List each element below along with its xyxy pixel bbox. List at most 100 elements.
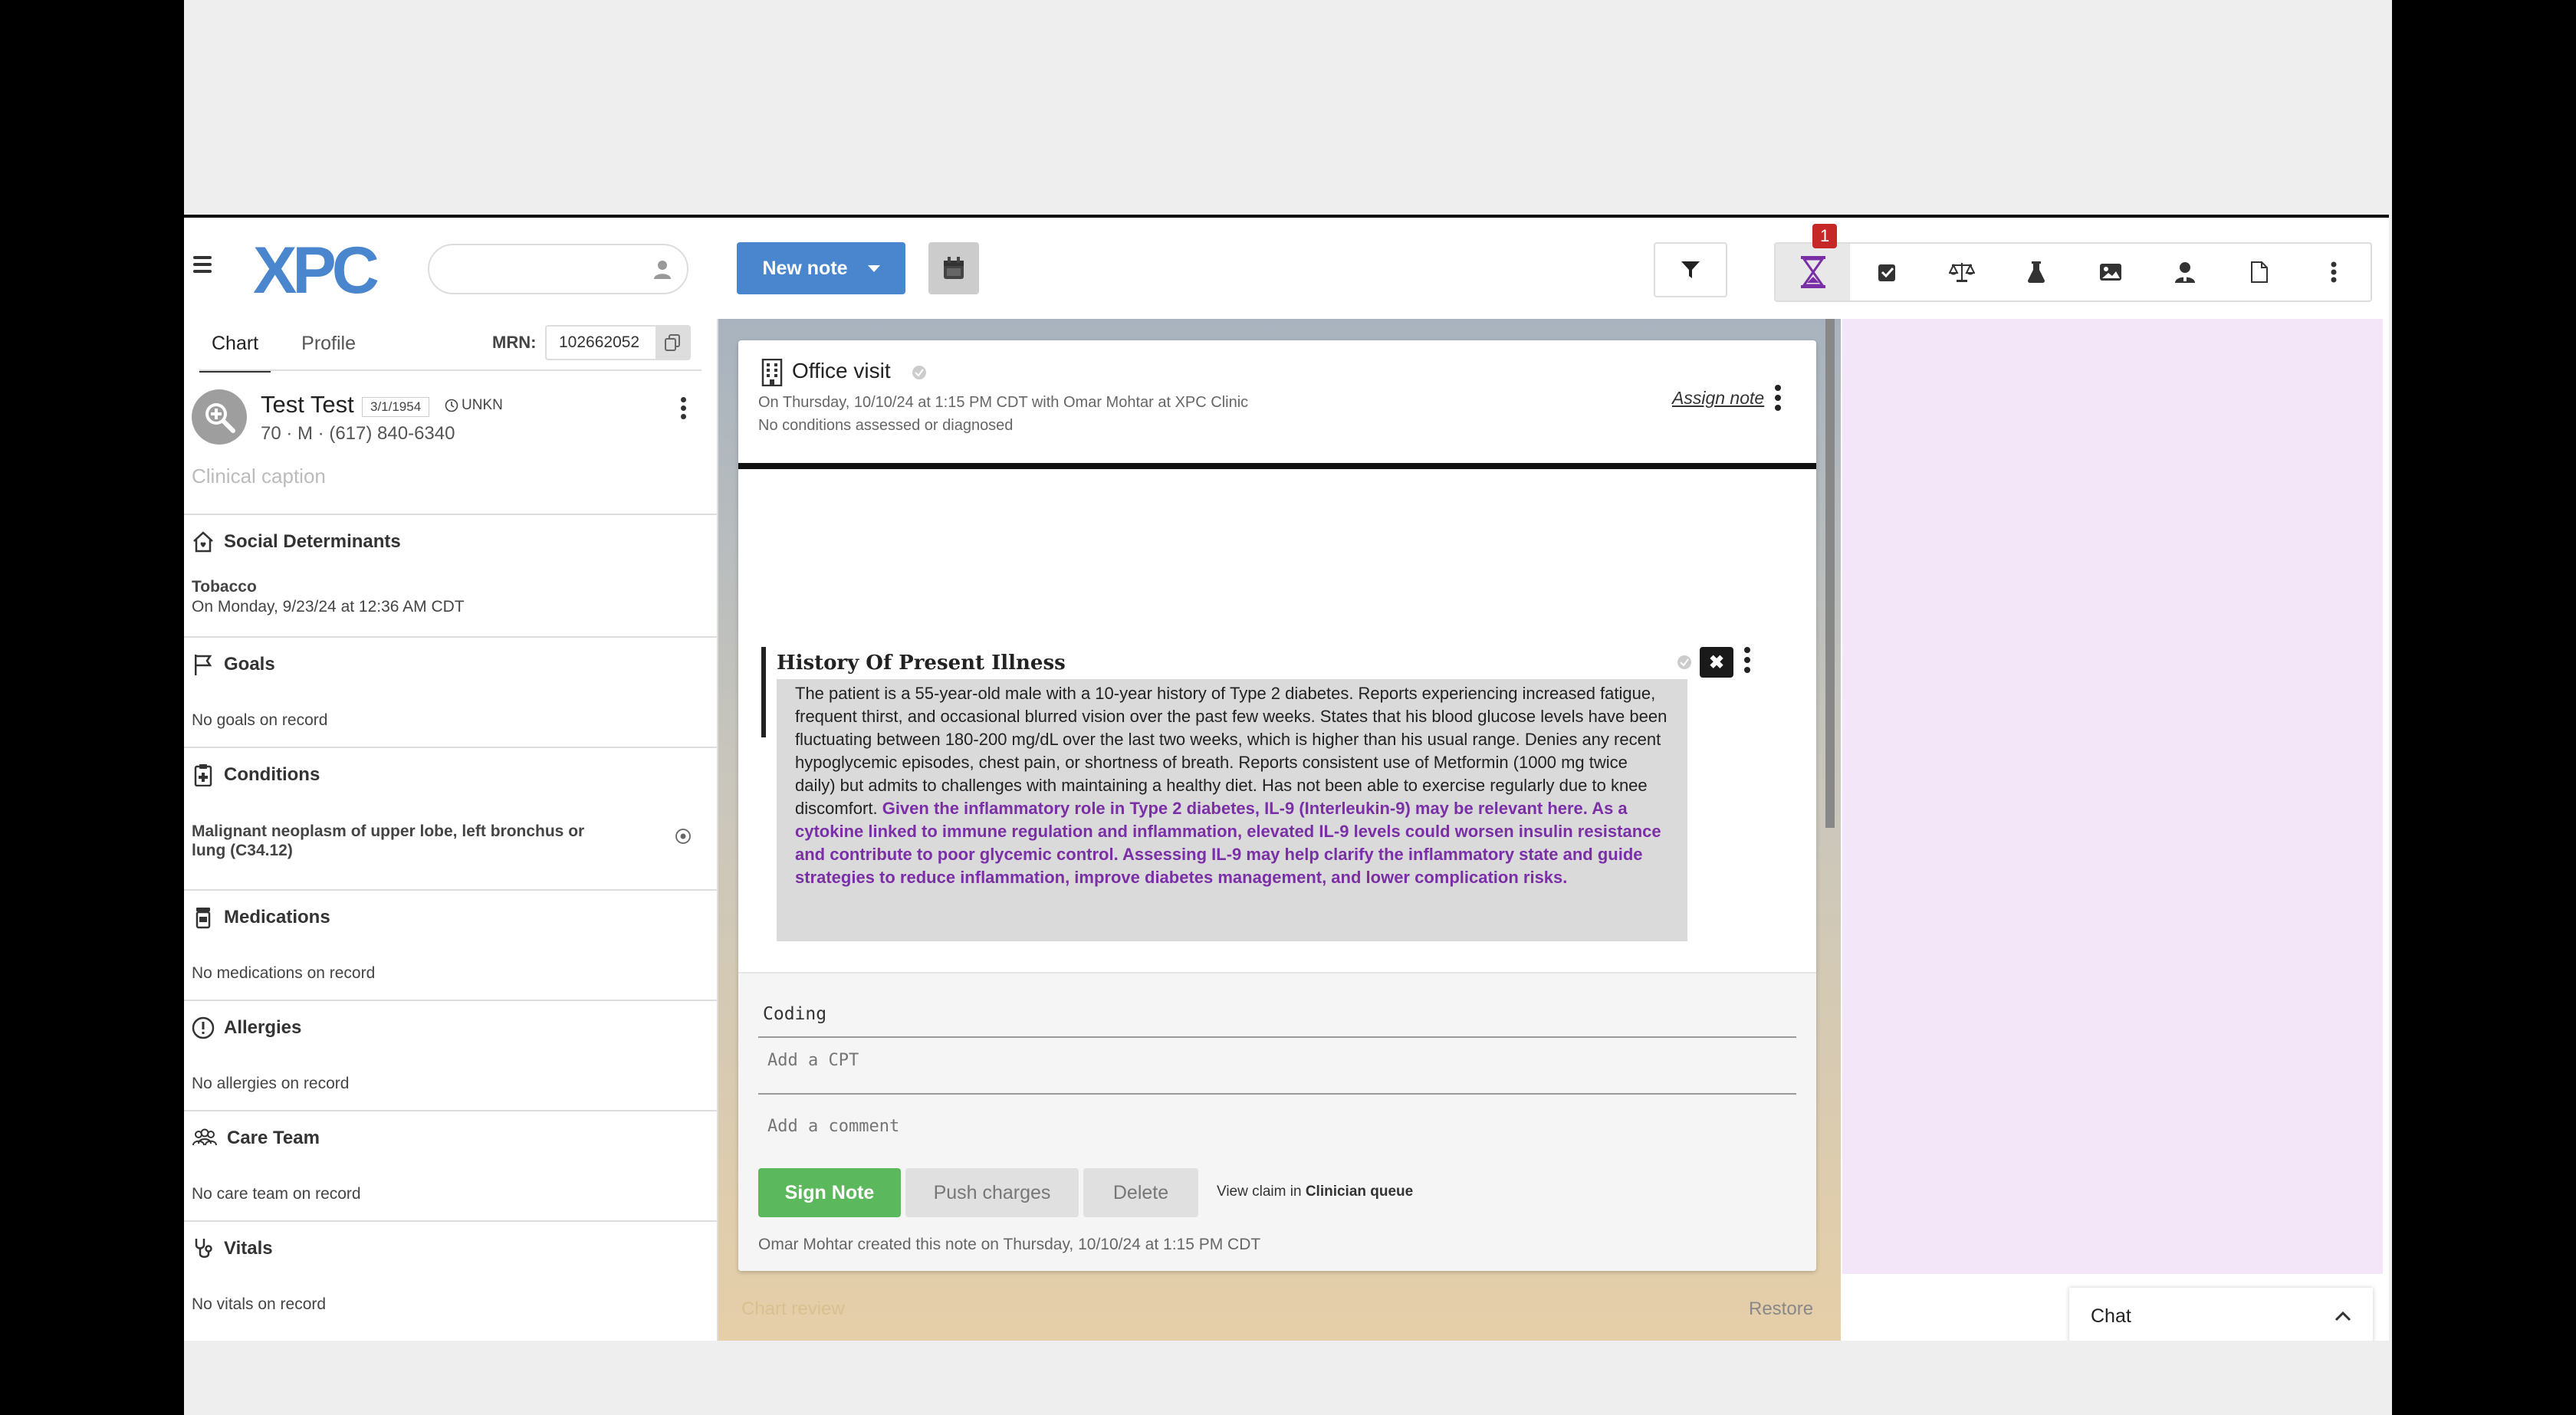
provider-button[interactable] (2147, 244, 2222, 300)
more-vertical-icon (2331, 261, 2336, 283)
patient-search-input[interactable] (428, 244, 688, 294)
section-header: Care Team (192, 1127, 320, 1150)
tab-chart[interactable]: Chart (199, 319, 271, 373)
stethoscope-icon (195, 1239, 212, 1258)
hpi-section: History Of Present Illness ✖ The patient… (761, 647, 1781, 950)
view-claim-text: View claim in Clinician queue (1217, 1184, 1413, 1200)
lab-button[interactable] (1999, 244, 2073, 300)
tab-profile[interactable]: Profile (301, 319, 356, 369)
hpi-text-editor[interactable]: The patient is a 55-year-old male with a… (777, 679, 1687, 941)
section-conditions[interactable]: Conditions Malignant neoplasm of upper l… (184, 747, 717, 891)
hamburger-menu-icon[interactable] (193, 256, 212, 273)
images-button[interactable] (2073, 244, 2147, 300)
right-toolbar: 1 (1774, 224, 2372, 302)
cpt-input[interactable] (766, 1050, 1766, 1071)
pill-bottle-icon (196, 908, 211, 929)
user-doctor-icon (2174, 262, 2195, 283)
new-note-button[interactable]: New note (737, 242, 905, 294)
patient-dob: 3/1/1954 (362, 397, 430, 417)
flask-icon (2027, 261, 2045, 283)
note-created-info: Omar Mohtar created this note on Thursda… (758, 1236, 1261, 1253)
section-vitals[interactable]: Vitals No vitals on record (184, 1220, 717, 1337)
tabs-divider (199, 369, 702, 371)
image-icon (2099, 264, 2121, 281)
more-button[interactable] (2296, 244, 2371, 300)
notification-badge: 1 (1812, 224, 1838, 248)
xpc-logo[interactable]: XPC (253, 234, 383, 307)
section-header: Social Determinants (192, 530, 401, 553)
document-icon (2250, 261, 2268, 283)
checklist-button[interactable] (1850, 244, 1924, 300)
allergies-content: No allergies on record (192, 1075, 350, 1092)
tasks-hourglass-button[interactable]: 1 (1776, 224, 1850, 300)
copy-icon (665, 334, 680, 351)
section-header: Vitals (192, 1237, 273, 1260)
new-note-label: New note (762, 257, 848, 279)
sign-note-button[interactable]: Sign Note (758, 1168, 901, 1217)
divider (758, 1036, 1796, 1038)
clipboard-plus-icon (194, 764, 212, 786)
clock-icon (445, 399, 458, 412)
push-charges-button[interactable]: Push charges (905, 1168, 1079, 1217)
top-header: XPC New note 1 (184, 218, 2389, 319)
avatar[interactable] (192, 389, 247, 445)
calendar-icon (944, 257, 964, 279)
patient-sidebar: Chart Profile MRN: 102662052 Test Test 3… (184, 319, 718, 1341)
assign-note-link[interactable]: Assign note (1672, 388, 1764, 409)
check-circle-icon (912, 366, 926, 379)
hpi-accent-bar (761, 647, 766, 737)
chat-widget[interactable]: Chat (2069, 1288, 2373, 1341)
vitals-content: No vitals on record (192, 1295, 327, 1313)
side-panel-content (1842, 319, 2383, 1274)
delete-button[interactable]: Delete (1083, 1168, 1198, 1217)
comment-input[interactable] (766, 1116, 1766, 1137)
app-window: XPC New note 1 Chart Profile MRN: 102662… (184, 215, 2389, 1341)
social-item-sub: On Monday, 9/23/24 at 12:36 AM CDT (192, 598, 465, 616)
section-allergies[interactable]: Allergies No allergies on record (184, 1000, 717, 1111)
target-icon[interactable] (675, 828, 692, 845)
social-title: Social Determinants (224, 531, 401, 552)
allergies-title: Allergies (224, 1017, 302, 1038)
hpi-text: The patient is a 55-year-old male with a… (795, 684, 1668, 818)
section-header: Medications (192, 906, 330, 929)
person-icon (653, 259, 672, 283)
note-header: Office visit On Thursday, 10/10/24 at 1:… (738, 340, 1816, 469)
note-card: Office visit On Thursday, 10/10/24 at 1:… (738, 340, 1816, 1271)
note-title: Office visit (792, 359, 891, 382)
users-icon (192, 1128, 217, 1146)
restore-button[interactable]: Restore (1749, 1298, 1813, 1320)
patient-header: Test Test 3/1/1954 UNKN 70 · M · (617) 8… (184, 385, 717, 458)
alert-circle-icon (192, 1016, 215, 1039)
filter-button[interactable] (1654, 242, 1727, 297)
calendar-button[interactable] (928, 242, 979, 294)
section-goals[interactable]: Goals No goals on record (184, 636, 717, 748)
screen-canvas: XPC New note 1 Chart Profile MRN: 102662… (184, 0, 2392, 1415)
chevron-up-icon (2334, 1311, 2351, 1321)
clinician-queue-link[interactable]: Clinician queue (1306, 1184, 1413, 1200)
hpi-menu-icon[interactable] (1744, 647, 1750, 673)
building-icon (761, 359, 783, 386)
condition-item[interactable]: Malignant neoplasm of upper lobe, left b… (192, 822, 621, 860)
coding-section: Coding Sign Note Push charges Delete Vie… (738, 972, 1816, 1271)
section-medications[interactable]: Medications No medications on record (184, 889, 717, 1001)
chart-review-label[interactable]: Chart review (741, 1298, 845, 1320)
note-menu-icon[interactable] (1775, 385, 1781, 411)
close-icon[interactable]: ✖ (1700, 647, 1733, 678)
section-social-determinants[interactable]: Social Determinants Tobacco On Monday, 9… (184, 514, 717, 638)
section-header: Conditions (192, 763, 320, 786)
workspace-scrollbar[interactable] (1825, 319, 1835, 828)
copy-mrn-button[interactable] (656, 327, 689, 359)
clinical-caption[interactable]: Clinical caption (192, 465, 326, 488)
hpi-title: History Of Present Illness (777, 652, 1066, 675)
scale-icon (1948, 263, 1975, 282)
balance-button[interactable] (1924, 244, 1999, 300)
section-care-team[interactable]: Care Team No care team on record (184, 1110, 717, 1222)
coding-label: Coding (763, 1004, 827, 1024)
patient-menu-icon[interactable] (681, 397, 686, 419)
documents-button[interactable] (2222, 244, 2296, 300)
care-team-title: Care Team (227, 1128, 320, 1148)
flag-icon (195, 655, 212, 675)
mrn-value: 102662052 (559, 333, 640, 351)
patient-info: 70 · M · (617) 840-6340 (261, 423, 455, 444)
section-header: Allergies (192, 1016, 301, 1039)
